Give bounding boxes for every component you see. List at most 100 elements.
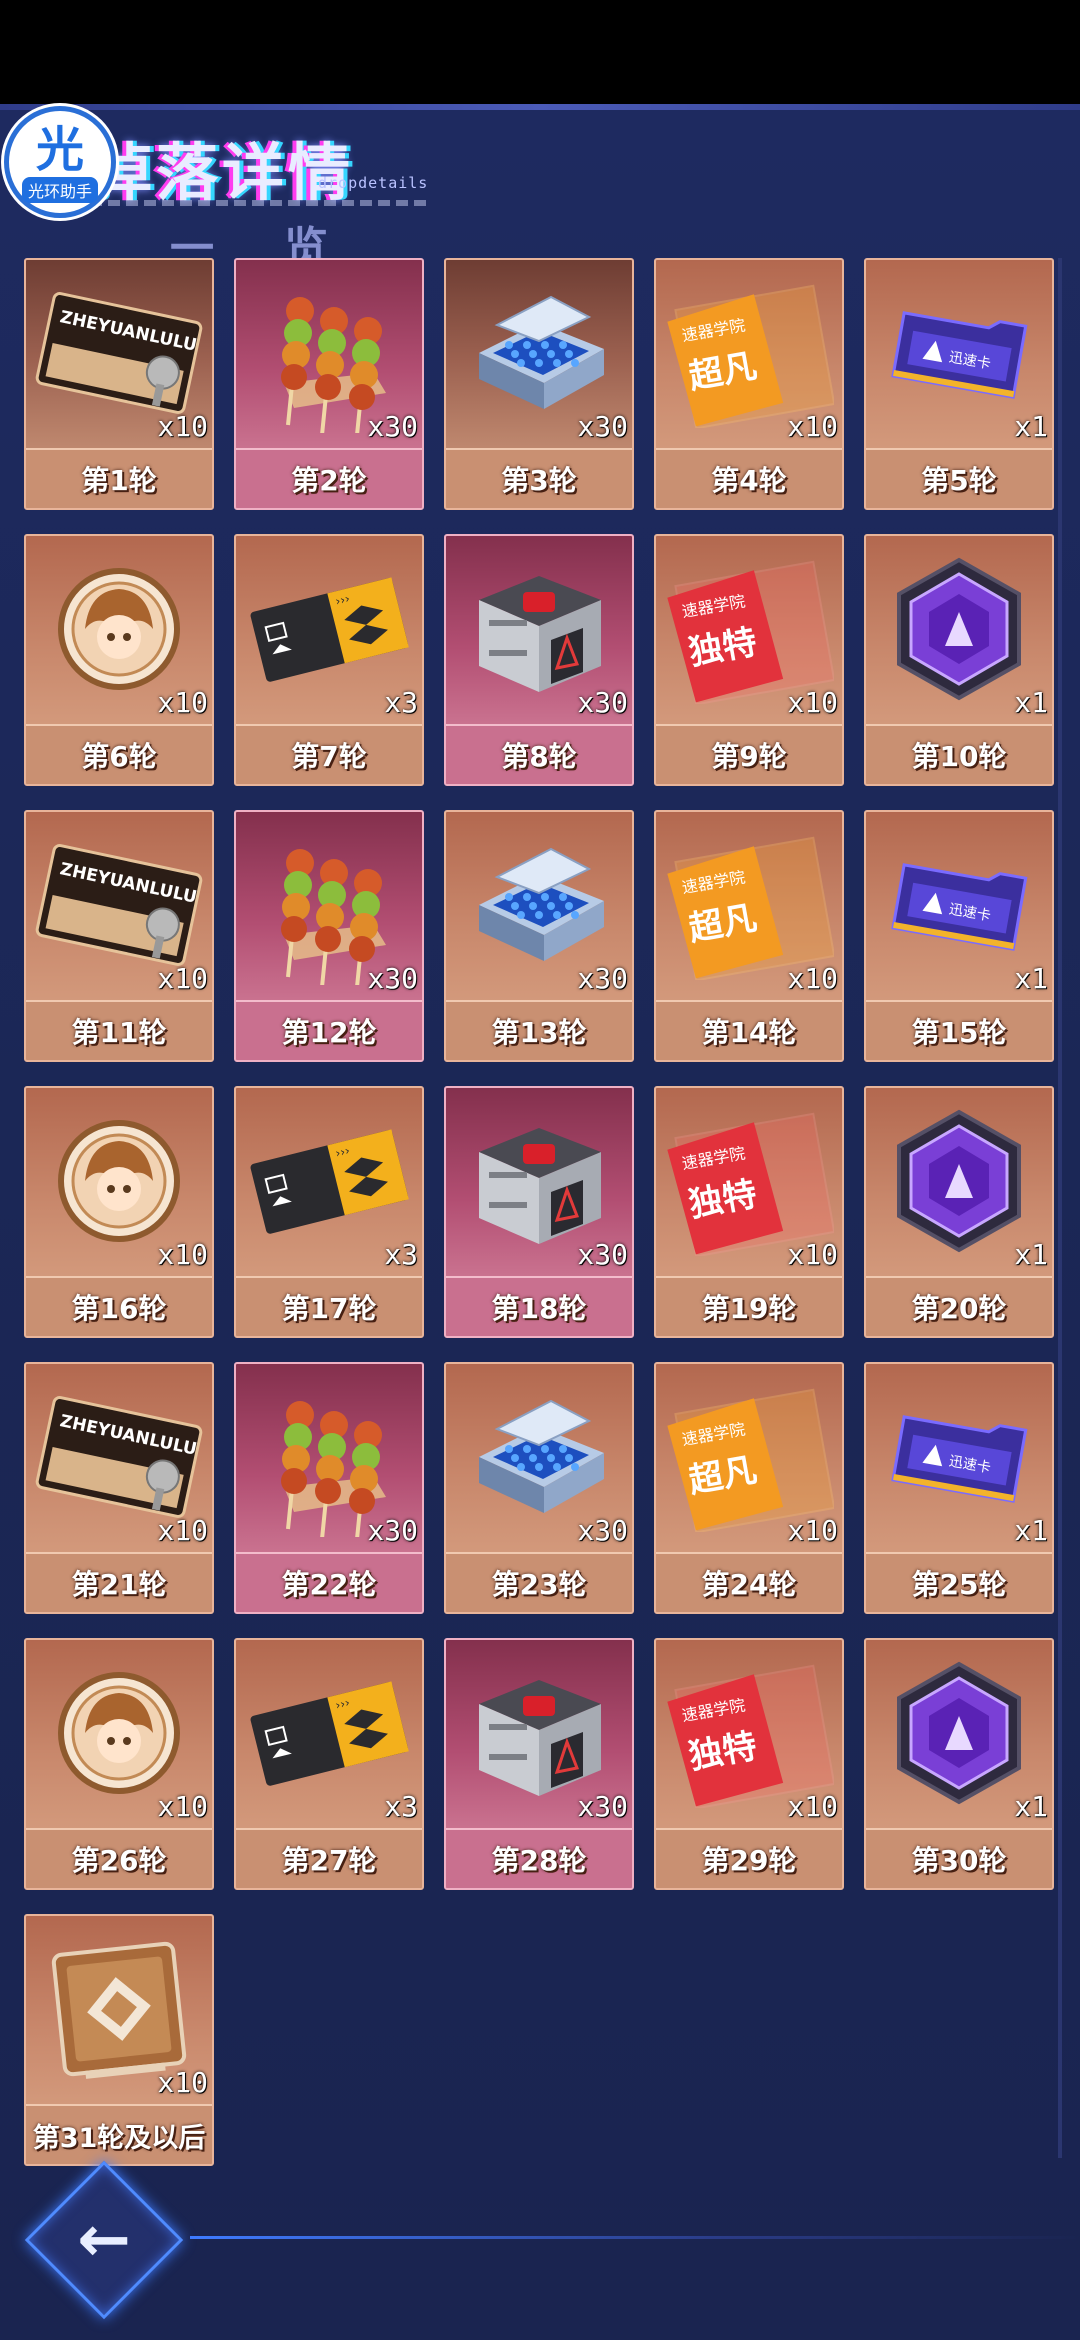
item-quantity: x10: [787, 1790, 838, 1823]
drop-item-card[interactable]: x30 第22轮: [234, 1362, 424, 1614]
drop-item-card[interactable]: 迅速卡 x1 第25轮: [864, 1362, 1054, 1614]
item-quantity: x30: [577, 1514, 628, 1547]
round-label: 第8轮: [446, 724, 632, 784]
drop-item-card[interactable]: x30 第28轮: [444, 1638, 634, 1890]
round-label: 第27轮: [236, 1828, 422, 1888]
item-quantity: x30: [367, 962, 418, 995]
badge-text: 光环助手: [21, 177, 98, 203]
item-quantity: x10: [157, 1514, 208, 1547]
item-quantity: x1: [1014, 686, 1048, 719]
round-label: 第24轮: [656, 1552, 842, 1612]
item-quantity: x10: [787, 1238, 838, 1271]
round-label: 第14轮: [656, 1000, 842, 1060]
item-quantity: x1: [1014, 1514, 1048, 1547]
drop-item-card[interactable]: 速器学院 独特 x10 第9轮: [654, 534, 844, 786]
drop-item-card[interactable]: x30 第2轮: [234, 258, 424, 510]
round-label: 第11轮: [26, 1000, 212, 1060]
round-label: 第15轮: [866, 1000, 1052, 1060]
title-area: 掉落详情 dropdetails 一览: [60, 112, 480, 274]
drop-item-card[interactable]: x30 第12轮: [234, 810, 424, 1062]
round-label: 第19轮: [656, 1276, 842, 1336]
drop-item-card[interactable]: ZHEYUANLULU x10 第21轮: [24, 1362, 214, 1614]
drop-item-card[interactable]: 速器学院 超凡 x10 第14轮: [654, 810, 844, 1062]
round-label: 第10轮: [866, 724, 1052, 784]
halo-assistant-badge[interactable]: 光 光环助手: [4, 106, 116, 218]
drop-item-card[interactable]: 迅速卡 x1 第5轮: [864, 258, 1054, 510]
drop-item-card[interactable]: ZHEYUANLULU x10 第1轮: [24, 258, 214, 510]
item-quantity: x1: [1014, 410, 1048, 443]
item-quantity: x10: [787, 962, 838, 995]
badge-char: 光: [35, 122, 84, 178]
item-quantity: x1: [1014, 1790, 1048, 1823]
drop-item-card[interactable]: x10 第31轮及以后: [24, 1914, 214, 2166]
drop-item-card[interactable]: x1 第20轮: [864, 1086, 1054, 1338]
round-label: 第18轮: [446, 1276, 632, 1336]
item-quantity: x10: [157, 1238, 208, 1271]
drop-item-card[interactable]: x30 第8轮: [444, 534, 634, 786]
item-quantity: x30: [577, 410, 628, 443]
drop-item-card[interactable]: x10 第26轮: [24, 1638, 214, 1890]
round-label: 第25轮: [866, 1552, 1052, 1612]
round-label: 第9轮: [656, 724, 842, 784]
round-label: 第23轮: [446, 1552, 632, 1612]
drop-item-card[interactable]: 速器学院 独特 x10 第19轮: [654, 1086, 844, 1338]
item-quantity: x30: [367, 1514, 418, 1547]
round-label: 第7轮: [236, 724, 422, 784]
drop-grid: ZHEYUANLULU x10 第1轮 x30 第2轮 x30 第3轮 速器学院…: [24, 258, 1060, 2166]
item-quantity: x10: [787, 686, 838, 719]
item-quantity: x30: [577, 1238, 628, 1271]
drop-item-card[interactable]: ››› x3 第27轮: [234, 1638, 424, 1890]
round-label: 第16轮: [26, 1276, 212, 1336]
item-quantity: x30: [577, 1790, 628, 1823]
drop-item-card[interactable]: x10 第6轮: [24, 534, 214, 786]
round-label: 第22轮: [236, 1552, 422, 1612]
drop-item-card[interactable]: x30 第3轮: [444, 258, 634, 510]
back-button[interactable]: ←: [14, 2150, 194, 2330]
round-label: 第13轮: [446, 1000, 632, 1060]
back-arrow-icon: ←: [77, 2203, 131, 2277]
drop-item-card[interactable]: x1 第10轮: [864, 534, 1054, 786]
page-title: 掉落详情: [90, 136, 355, 209]
drop-item-card[interactable]: x30 第18轮: [444, 1086, 634, 1338]
round-label: 第6轮: [26, 724, 212, 784]
round-label: 第2轮: [236, 448, 422, 508]
drop-item-card[interactable]: 速器学院 独特 x10 第29轮: [654, 1638, 844, 1890]
drop-item-card[interactable]: 速器学院 超凡 x10 第4轮: [654, 258, 844, 510]
drop-item-card[interactable]: ››› x3 第17轮: [234, 1086, 424, 1338]
drop-item-card[interactable]: x30 第13轮: [444, 810, 634, 1062]
bottom-divider: [190, 2236, 1080, 2239]
item-quantity: x30: [577, 686, 628, 719]
item-quantity: x10: [157, 2066, 208, 2099]
round-label: 第12轮: [236, 1000, 422, 1060]
item-quantity: x30: [577, 962, 628, 995]
page-subtitle: dropdetails: [318, 174, 429, 192]
round-label: 第29轮: [656, 1828, 842, 1888]
round-label: 第3轮: [446, 448, 632, 508]
round-label: 第21轮: [26, 1552, 212, 1612]
drop-item-card[interactable]: x1 第30轮: [864, 1638, 1054, 1890]
round-label: 第26轮: [26, 1828, 212, 1888]
round-label: 第20轮: [866, 1276, 1052, 1336]
round-label: 第5轮: [866, 448, 1052, 508]
drop-item-card[interactable]: x10 第16轮: [24, 1086, 214, 1338]
title-divider: [90, 200, 430, 206]
item-quantity: x30: [367, 410, 418, 443]
item-quantity: x10: [157, 410, 208, 443]
drop-item-card[interactable]: ››› x3 第7轮: [234, 534, 424, 786]
round-label: 第28轮: [446, 1828, 632, 1888]
item-quantity: x10: [787, 410, 838, 443]
item-quantity: x10: [157, 686, 208, 719]
drop-item-card[interactable]: 速器学院 超凡 x10 第24轮: [654, 1362, 844, 1614]
drop-item-card[interactable]: x30 第23轮: [444, 1362, 634, 1614]
item-quantity: x3: [384, 1238, 418, 1271]
item-quantity: x1: [1014, 962, 1048, 995]
item-quantity: x10: [157, 1790, 208, 1823]
status-bar-area: [0, 0, 1080, 104]
item-quantity: x10: [787, 1514, 838, 1547]
drop-item-card[interactable]: 迅速卡 x1 第15轮: [864, 810, 1054, 1062]
round-label: 第17轮: [236, 1276, 422, 1336]
drop-item-card[interactable]: ZHEYUANLULU x10 第11轮: [24, 810, 214, 1062]
item-quantity: x3: [384, 686, 418, 719]
round-label: 第4轮: [656, 448, 842, 508]
round-label: 第1轮: [26, 448, 212, 508]
